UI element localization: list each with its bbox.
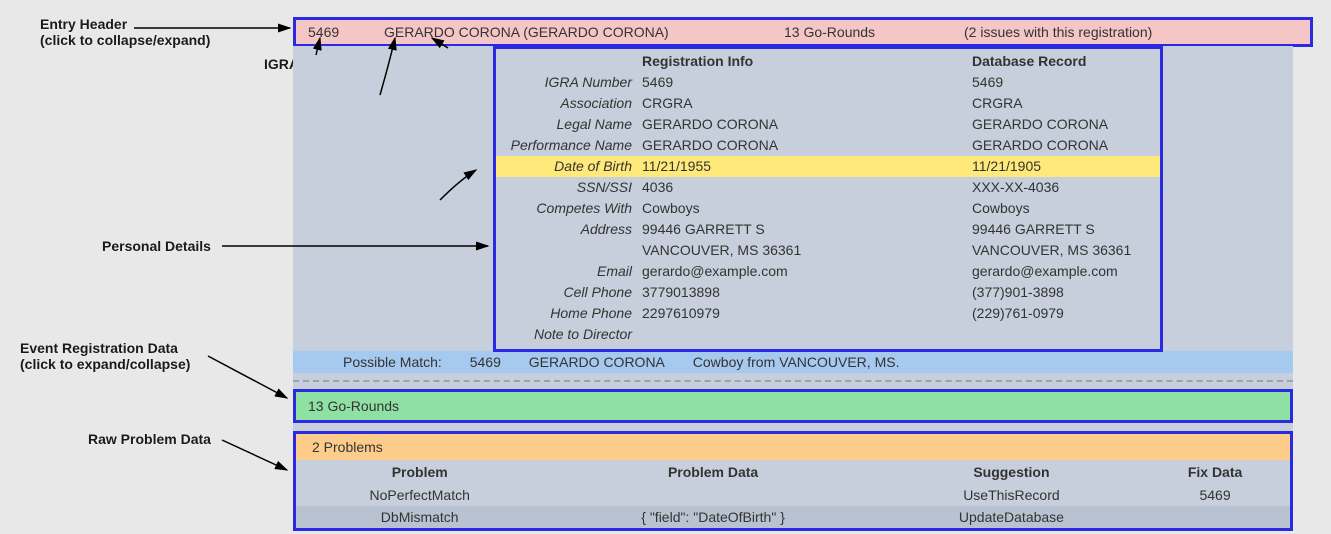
details-reg-value: 3779013898 (642, 282, 972, 303)
table-cell-suggestion: UpdateDatabase (883, 506, 1140, 528)
details-db-value: 99446 GARRETT S (972, 219, 1152, 240)
details-reg-value: GERARDO CORONA (642, 135, 972, 156)
details-db-value: VANCOUVER, MS 36361 (972, 240, 1152, 261)
table-cell-pdata (543, 484, 882, 506)
details-row: IGRA Number54695469 (496, 72, 1160, 93)
details-reg-value: 4036 (642, 177, 972, 198)
entry-header[interactable]: 5469 GERARDO CORONA (GERARDO CORONA) 13 … (293, 17, 1313, 47)
details-row: Note to Director (496, 324, 1160, 345)
details-db-value: XXX-XX-4036 (972, 177, 1152, 198)
entry-header-name: GERARDO CORONA (GERARDO CORONA) (384, 24, 784, 40)
details-row: Cell Phone3779013898(377)901-3898 (496, 282, 1160, 303)
possible-match-igra: 5469 (470, 354, 501, 370)
personal-details-block: Registration Info Database Record IGRA N… (493, 46, 1163, 352)
details-label: Legal Name (504, 114, 642, 135)
problems-header[interactable]: 2 Problems (296, 434, 1290, 460)
details-db-value: gerardo@example.com (972, 261, 1152, 282)
details-row: Performance NameGERARDO CORONAGERARDO CO… (496, 135, 1160, 156)
details-row: VANCOUVER, MS 36361VANCOUVER, MS 36361 (496, 240, 1160, 261)
details-label: Performance Name (504, 135, 642, 156)
details-row: SSN/SSI4036XXX-XX-4036 (496, 177, 1160, 198)
anno-personal-details: Personal Details (102, 238, 211, 254)
details-label: SSN/SSI (504, 177, 642, 198)
details-reg-value: 99446 GARRETT S (642, 219, 972, 240)
table-cell-fix (1140, 506, 1290, 528)
entry-header-gorounds: 13 Go-Rounds (784, 24, 964, 40)
table-row: DbMismatch{ "field": "DateOfBirth" }Upda… (296, 506, 1290, 528)
details-label: Email (504, 261, 642, 282)
problems-col-fix: Fix Data (1140, 460, 1290, 484)
anno-entry-header: Entry Header (click to collapse/expand) (40, 16, 210, 48)
anno-event-reg: Event Registration Data (click to expand… (20, 340, 190, 372)
details-db-value: (377)901-3898 (972, 282, 1152, 303)
details-label: Cell Phone (504, 282, 642, 303)
details-label: Address (504, 219, 642, 240)
table-cell-problem: NoPerfectMatch (296, 484, 543, 506)
details-db-value: GERARDO CORONA (972, 114, 1152, 135)
details-header-row: Registration Info Database Record (496, 51, 1160, 72)
table-row: NoPerfectMatch UseThisRecord5469 (296, 484, 1290, 506)
details-reg-value: Cowboys (642, 198, 972, 219)
details-db-value: 5469 (972, 72, 1152, 93)
details-reg-value: 2297610979 (642, 303, 972, 324)
details-row: AssociationCRGRACRGRA (496, 93, 1160, 114)
possible-match-row[interactable]: Possible Match: 5469 GERARDO CORONA Cowb… (293, 351, 1293, 373)
possible-match-desc: Cowboy from VANCOUVER, MS. (693, 354, 900, 370)
details-col-db: Database Record (972, 51, 1152, 72)
details-label: Note to Director (504, 324, 642, 345)
details-reg-value: CRGRA (642, 93, 972, 114)
details-db-value (972, 324, 1152, 345)
problems-col-pdata: Problem Data (543, 460, 882, 484)
details-label: Competes With (504, 198, 642, 219)
details-db-value: CRGRA (972, 93, 1152, 114)
details-db-value: Cowboys (972, 198, 1152, 219)
entry-header-issues: (2 issues with this registration) (964, 24, 1298, 40)
details-label: Association (504, 93, 642, 114)
problems-col-problem: Problem (296, 460, 543, 484)
details-row: Date of Birth11/21/195511/21/1905 (496, 156, 1160, 177)
problems-block: 2 Problems Problem Problem Data Suggesti… (293, 431, 1293, 531)
details-reg-value (642, 324, 972, 345)
possible-match-label: Possible Match: (343, 354, 442, 370)
anno-raw-problem: Raw Problem Data (88, 431, 211, 447)
possible-match-name: GERARDO CORONA (529, 354, 665, 370)
details-col-reg: Registration Info (642, 51, 972, 72)
details-row: Legal NameGERARDO CORONAGERARDO CORONA (496, 114, 1160, 135)
table-cell-fix: 5469 (1140, 484, 1290, 506)
details-label: Date of Birth (504, 156, 642, 177)
problems-table: Problem Problem Data Suggestion Fix Data… (296, 460, 1290, 528)
details-label: Home Phone (504, 303, 642, 324)
entry-header-igra: 5469 (308, 24, 384, 40)
details-reg-value: GERARDO CORONA (642, 114, 972, 135)
table-cell-pdata: { "field": "DateOfBirth" } (543, 506, 882, 528)
table-cell-problem: DbMismatch (296, 506, 543, 528)
problems-col-suggestion: Suggestion (883, 460, 1140, 484)
details-label: IGRA Number (504, 72, 642, 93)
details-db-value: GERARDO CORONA (972, 135, 1152, 156)
table-cell-suggestion: UseThisRecord (883, 484, 1140, 506)
details-reg-value: 5469 (642, 72, 972, 93)
details-row: Address99446 GARRETT S99446 GARRETT S (496, 219, 1160, 240)
go-rounds-bar[interactable]: 13 Go-Rounds (293, 389, 1293, 423)
problems-table-header: Problem Problem Data Suggestion Fix Data (296, 460, 1290, 484)
details-label (504, 240, 642, 261)
details-db-value: 11/21/1905 (972, 156, 1152, 177)
details-db-value: (229)761-0979 (972, 303, 1152, 324)
details-reg-value: VANCOUVER, MS 36361 (642, 240, 972, 261)
details-row: Competes WithCowboysCowboys (496, 198, 1160, 219)
details-reg-value: gerardo@example.com (642, 261, 972, 282)
details-reg-value: 11/21/1955 (642, 156, 972, 177)
details-row: Home Phone2297610979(229)761-0979 (496, 303, 1160, 324)
details-row: Emailgerardo@example.comgerardo@example.… (496, 261, 1160, 282)
section-divider (293, 380, 1293, 382)
